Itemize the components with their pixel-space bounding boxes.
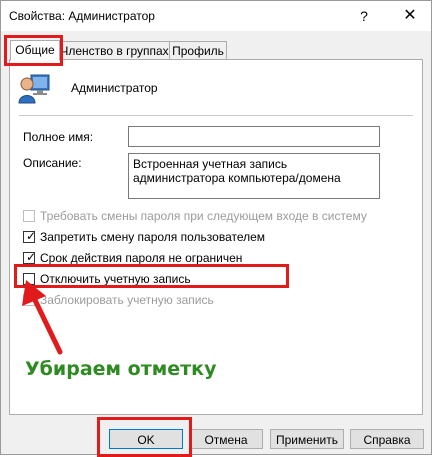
- tab-general[interactable]: Общие: [10, 40, 60, 61]
- annotation-arrow-icon: [22, 280, 63, 355]
- tab-general-label: Общие: [15, 43, 55, 57]
